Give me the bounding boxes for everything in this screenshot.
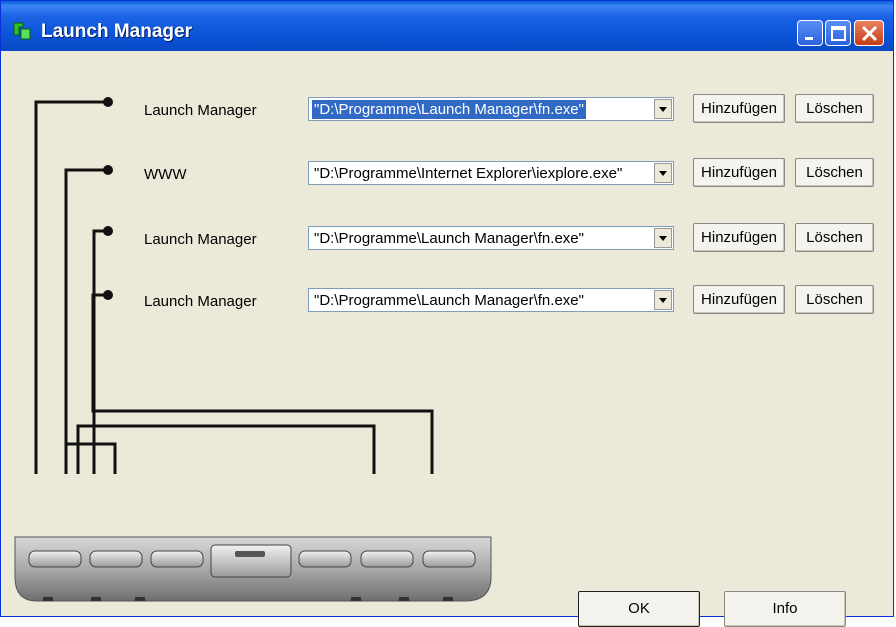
launch-manager-window: Launch Manager Launch Manager "D:\Progra… <box>0 0 894 627</box>
add-button[interactable]: Hinzufügen <box>693 285 785 314</box>
add-button[interactable]: Hinzufügen <box>693 223 785 252</box>
add-button[interactable]: Hinzufügen <box>693 158 785 187</box>
client-area: Launch Manager "D:\Programme\Launch Mana… <box>5 51 891 627</box>
combo-value: "D:\Programme\Launch Manager\fn.exe" <box>314 292 584 309</box>
close-icon <box>861 25 878 42</box>
delete-button[interactable]: Löschen <box>795 94 874 123</box>
delete-button[interactable]: Löschen <box>795 285 874 314</box>
info-button[interactable]: Info <box>724 591 846 627</box>
minimize-icon <box>805 37 813 40</box>
program-combo[interactable]: "D:\Programme\Launch Manager\fn.exe" <box>308 226 674 250</box>
chevron-down-icon[interactable] <box>654 228 672 248</box>
chevron-down-icon[interactable] <box>654 290 672 310</box>
chevron-down-icon[interactable] <box>654 99 672 119</box>
minimize-button[interactable] <box>797 20 823 46</box>
program-combo[interactable]: "D:\Programme\Launch Manager\fn.exe" <box>308 288 674 312</box>
keyboard-device-image <box>14 536 492 602</box>
chevron-down-icon[interactable] <box>654 163 672 183</box>
delete-button[interactable]: Löschen <box>795 223 874 252</box>
row-label: Launch Manager <box>144 231 257 248</box>
row-label: Launch Manager <box>144 102 257 119</box>
close-button[interactable] <box>854 20 884 46</box>
combo-value: "D:\Programme\Internet Explorer\iexplore… <box>314 165 623 182</box>
maximize-button[interactable] <box>825 20 851 46</box>
title-bar[interactable]: Launch Manager <box>1 1 893 51</box>
row-label: WWW <box>144 166 187 183</box>
combo-value: "D:\Programme\Launch Manager\fn.exe" <box>312 100 586 119</box>
combo-value: "D:\Programme\Launch Manager\fn.exe" <box>314 230 584 247</box>
maximize-icon <box>831 26 846 41</box>
program-combo[interactable]: "D:\Programme\Launch Manager\fn.exe" <box>308 97 674 121</box>
delete-button[interactable]: Löschen <box>795 158 874 187</box>
window-title: Launch Manager <box>41 21 192 42</box>
ok-button[interactable]: OK <box>578 591 700 627</box>
connector-lines <box>34 97 434 474</box>
row-label: Launch Manager <box>144 293 257 310</box>
add-button[interactable]: Hinzufügen <box>693 94 785 123</box>
program-combo[interactable]: "D:\Programme\Internet Explorer\iexplore… <box>308 161 674 185</box>
app-icon <box>13 22 31 40</box>
